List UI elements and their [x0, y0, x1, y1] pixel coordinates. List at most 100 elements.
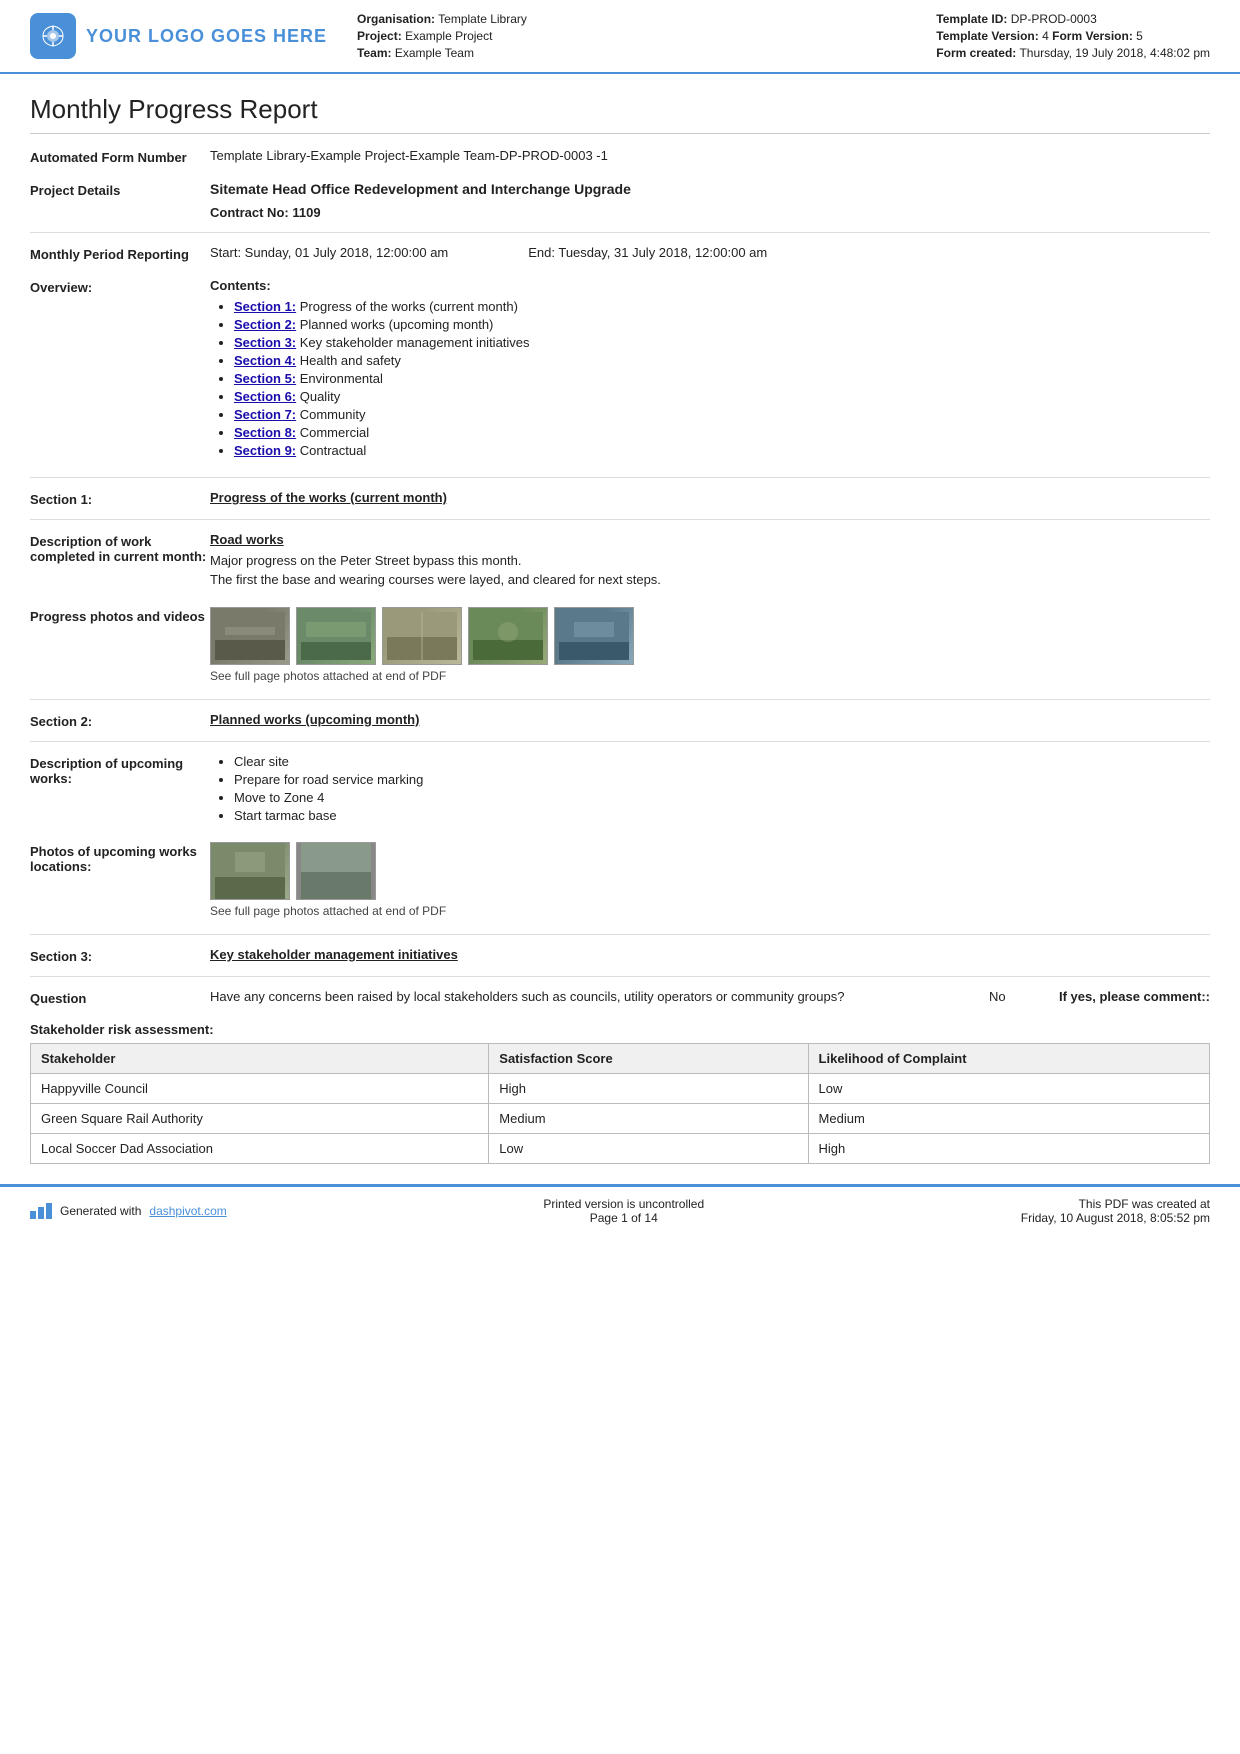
- question-label: Question: [30, 989, 210, 1006]
- section1-content: Progress of the works (current month): [210, 490, 1210, 507]
- progress-photos-label: Progress photos and videos: [30, 607, 210, 683]
- section9-link[interactable]: Section 9:: [234, 443, 296, 458]
- upcoming-photo-thumb-2: [296, 842, 376, 900]
- section2-content: Planned works (upcoming month): [210, 712, 1210, 729]
- form-created-line: Form created: Thursday, 19 July 2018, 4:…: [936, 46, 1210, 60]
- question-row: Question Have any concerns been raised b…: [30, 989, 1210, 1006]
- question-answer: No: [989, 989, 1029, 1004]
- section3-content: Key stakeholder management initiatives: [210, 947, 1210, 964]
- stakeholder-name: Green Square Rail Authority: [31, 1104, 489, 1134]
- contents-label: Contents:: [210, 278, 1210, 293]
- footer-right: This PDF was created at Friday, 10 Augus…: [1021, 1197, 1210, 1225]
- list-item: Move to Zone 4: [234, 790, 1210, 805]
- logo-area: YOUR LOGO GOES HERE: [30, 13, 327, 59]
- table-header-likelihood: Likelihood of Complaint: [808, 1044, 1209, 1074]
- desc-work-label: Description of work completed in current…: [30, 532, 210, 591]
- automated-form-number-row: Automated Form Number Template Library-E…: [30, 148, 1210, 165]
- section2-heading: Planned works (upcoming month): [210, 712, 419, 727]
- page-header: YOUR LOGO GOES HERE Organisation: Templa…: [0, 0, 1240, 74]
- project-details-content: Sitemate Head Office Redevelopment and I…: [210, 181, 1210, 220]
- list-item: Section 8: Commercial: [234, 425, 1210, 440]
- stakeholder-table-section: Stakeholder risk assessment: Stakeholder…: [30, 1022, 1210, 1164]
- logo-icon: [30, 13, 76, 59]
- section3-row: Section 3: Key stakeholder management in…: [30, 947, 1210, 964]
- period-end: End: Tuesday, 31 July 2018, 12:00:00 am: [528, 245, 767, 260]
- likelihood-complaint: High: [808, 1134, 1209, 1164]
- upcoming-photos-content: See full page photos attached at end of …: [210, 842, 1210, 918]
- question-details: Have any concerns been raised by local s…: [210, 989, 1210, 1004]
- table-row: Local Soccer Dad Association Low High: [31, 1134, 1210, 1164]
- section2-link[interactable]: Section 2:: [234, 317, 296, 332]
- section5-link[interactable]: Section 5:: [234, 371, 296, 386]
- header-meta: Organisation: Template Library Project: …: [327, 12, 1210, 60]
- period-dates: Start: Sunday, 01 July 2018, 12:00:00 am…: [210, 245, 1210, 260]
- section3-label: Section 3:: [30, 947, 210, 964]
- photo-thumb-1: [210, 607, 290, 665]
- page-footer: Generated with dashpivot.com Printed ver…: [0, 1184, 1240, 1235]
- satisfaction-score: Low: [489, 1134, 808, 1164]
- list-item: Section 1: Progress of the works (curren…: [234, 299, 1210, 314]
- road-works-text1: Major progress on the Peter Street bypas…: [210, 553, 1210, 568]
- question-text: Have any concerns been raised by local s…: [210, 989, 959, 1004]
- template-id-line: Template ID: DP-PROD-0003: [936, 12, 1210, 26]
- satisfaction-score: High: [489, 1074, 808, 1104]
- period-start: Start: Sunday, 01 July 2018, 12:00:00 am: [210, 245, 448, 260]
- upcoming-photos-caption: See full page photos attached at end of …: [210, 904, 1210, 918]
- stakeholder-name: Happyville Council: [31, 1074, 489, 1104]
- list-item: Clear site: [234, 754, 1210, 769]
- upcoming-photos-label: Photos of upcoming works locations:: [30, 842, 210, 918]
- upcoming-photo-thumb-1: [210, 842, 290, 900]
- footer-right-line1: This PDF was created at: [1021, 1197, 1210, 1211]
- section4-link[interactable]: Section 4:: [234, 353, 296, 368]
- footer-center: Printed version is uncontrolled Page 1 o…: [543, 1197, 704, 1225]
- photo-thumb-5: [554, 607, 634, 665]
- photos-thumbnails: [210, 607, 1210, 665]
- contract-no: Contract No: 1109: [210, 205, 1210, 220]
- list-item: Section 5: Environmental: [234, 371, 1210, 386]
- photos-caption: See full page photos attached at end of …: [210, 669, 1210, 683]
- list-item: Section 9: Contractual: [234, 443, 1210, 458]
- section3-heading: Key stakeholder management initiatives: [210, 947, 458, 962]
- progress-photos-content: See full page photos attached at end of …: [210, 607, 1210, 683]
- section1-link[interactable]: Section 1:: [234, 299, 296, 314]
- desc-work-content: Road works Major progress on the Peter S…: [210, 532, 1210, 591]
- list-item: Section 6: Quality: [234, 389, 1210, 404]
- section3-link[interactable]: Section 3:: [234, 335, 296, 350]
- upcoming-items-list: Clear site Prepare for road service mark…: [210, 754, 1210, 823]
- footer-link[interactable]: dashpivot.com: [149, 1204, 226, 1218]
- table-header-row: Stakeholder Satisfaction Score Likelihoo…: [31, 1044, 1210, 1074]
- project-line: Project: Example Project: [357, 29, 527, 43]
- question-comment: If yes, please comment::: [1059, 989, 1210, 1004]
- section7-link[interactable]: Section 7:: [234, 407, 296, 422]
- stakeholder-table-title: Stakeholder risk assessment:: [30, 1022, 1210, 1037]
- list-item: Section 4: Health and safety: [234, 353, 1210, 368]
- footer-left: Generated with dashpivot.com: [30, 1203, 227, 1219]
- section1-label: Section 1:: [30, 490, 210, 507]
- photo-thumb-3: [382, 607, 462, 665]
- list-item: Section 2: Planned works (upcoming month…: [234, 317, 1210, 332]
- section1-heading: Progress of the works (current month): [210, 490, 447, 505]
- template-version-line: Template Version: 4 Form Version: 5: [936, 29, 1210, 43]
- overview-label: Overview:: [30, 278, 210, 461]
- automated-form-number-label: Automated Form Number: [30, 148, 210, 165]
- section8-link[interactable]: Section 8:: [234, 425, 296, 440]
- overview-content: Contents: Section 1: Progress of the wor…: [210, 278, 1210, 461]
- satisfaction-score: Medium: [489, 1104, 808, 1134]
- overview-row: Overview: Contents: Section 1: Progress …: [30, 278, 1210, 461]
- header-col-left: Organisation: Template Library Project: …: [357, 12, 527, 60]
- desc-work-row: Description of work completed in current…: [30, 532, 1210, 591]
- project-details-label: Project Details: [30, 181, 210, 220]
- table-header-satisfaction: Satisfaction Score: [489, 1044, 808, 1074]
- road-works-block: Road works Major progress on the Peter S…: [210, 532, 1210, 587]
- team-line: Team: Example Team: [357, 46, 527, 60]
- progress-photos-row: Progress photos and videos: [30, 607, 1210, 683]
- upcoming-photos-thumbnails: [210, 842, 1210, 900]
- section6-link[interactable]: Section 6:: [234, 389, 296, 404]
- footer-logo: [30, 1203, 52, 1219]
- project-details-value: Sitemate Head Office Redevelopment and I…: [210, 181, 1210, 197]
- list-item: Prepare for road service marking: [234, 772, 1210, 787]
- header-col-right: Template ID: DP-PROD-0003 Template Versi…: [936, 12, 1210, 60]
- upcoming-desc-label: Description of upcoming works:: [30, 754, 210, 826]
- section2-label: Section 2:: [30, 712, 210, 729]
- dashpivot-logo-icon: [30, 1203, 52, 1219]
